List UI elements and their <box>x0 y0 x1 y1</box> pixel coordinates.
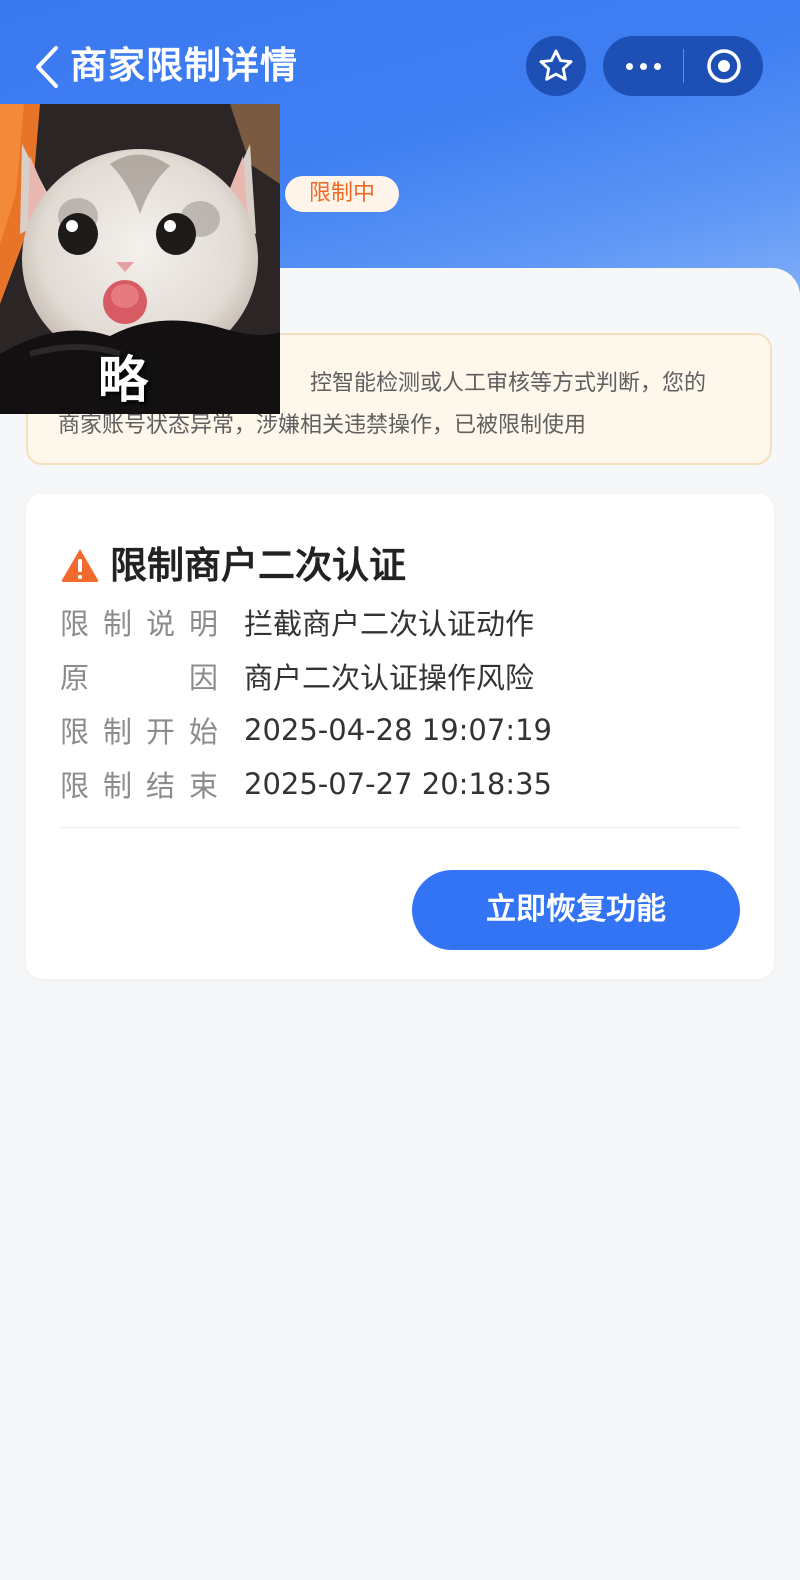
restriction-card: 限制商户二次认证 限 制 说 明 拦截商户二次认证动作 原 因 商户二次认证操作… <box>26 494 774 979</box>
star-icon <box>539 49 573 81</box>
row-value: 商户二次认证操作风险 <box>244 661 535 695</box>
close-miniprogram-button[interactable] <box>684 36 763 96</box>
mini-program-capsule <box>603 36 763 96</box>
row-value: 拦截商户二次认证动作 <box>244 607 535 641</box>
row-label: 限 制 说 明 <box>60 607 218 641</box>
restore-function-button[interactable]: 立即恢复功能 <box>412 870 740 950</box>
more-icon <box>625 62 633 70</box>
row-label: 限 制 开 始 <box>60 715 218 749</box>
status-badge: 限制中 <box>285 176 399 212</box>
row-value: 2025-04-28 19:07:19 <box>244 713 552 747</box>
divider <box>60 827 740 828</box>
back-button[interactable] <box>32 44 62 90</box>
more-button[interactable] <box>603 36 683 96</box>
cat-sticker-image: 略 <box>0 104 280 414</box>
detail-row-start-time: 限 制 开 始 2025-04-28 19:07:19 <box>60 710 552 750</box>
page-title: 商家限制详情 <box>70 44 298 87</box>
row-label: 限 制 结 束 <box>60 769 218 803</box>
warning-icon <box>61 549 99 582</box>
favorite-button[interactable] <box>526 36 586 96</box>
chevron-left-icon <box>36 46 58 88</box>
row-label: 原 因 <box>60 661 218 695</box>
detail-row-end-time: 限 制 结 束 2025-07-27 20:18:35 <box>60 764 552 804</box>
target-icon <box>706 49 741 83</box>
detail-row-reason: 原 因 商户二次认证操作风险 <box>60 656 534 696</box>
restriction-title: 限制商户二次认证 <box>110 544 406 587</box>
sticker-caption: 略 <box>98 351 148 409</box>
row-value: 2025-07-27 20:18:35 <box>244 767 552 801</box>
detail-row-description: 限 制 说 明 拦截商户二次认证动作 <box>60 602 534 642</box>
